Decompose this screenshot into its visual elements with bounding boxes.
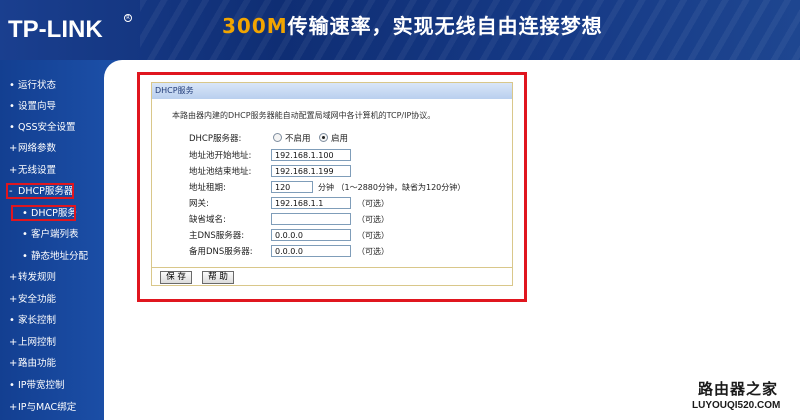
sidebar-item-access-control[interactable]: + 上网控制 — [0, 333, 104, 353]
end-address-label: 地址池结束地址: — [189, 167, 252, 177]
sidebar-item-ip-mac-binding[interactable]: + IP与MAC绑定 — [0, 398, 104, 418]
sidebar-item-parental[interactable]: • 家长控制 — [0, 311, 104, 331]
bullet-icon: • — [9, 80, 15, 91]
end-address-input[interactable] — [271, 165, 351, 177]
sidebar-item-network[interactable]: + 网络参数 — [0, 139, 104, 159]
lease-time-input[interactable] — [271, 181, 313, 193]
highlight-dhcp-service — [11, 205, 76, 221]
sidebar-item-wizard[interactable]: • 设置向导 — [0, 97, 104, 117]
sidebar-menu: • 运行状态 • 设置向导 • QSS安全设置 + 网络参数 + 无线设置 - DHCP服务… — [0, 60, 104, 420]
watermark-url: LUYOUQI520.COM — [692, 400, 781, 411]
header-slogan: 300M传输速率，实现无线自由连接梦想 — [222, 10, 603, 39]
sidebar-item-static-address[interactable]: • 静态地址分配 — [0, 247, 104, 267]
sidebar-item-routing[interactable]: + 路由功能 — [0, 354, 104, 374]
secondary-dns-optional-note: （可选） — [357, 247, 389, 256]
dhcp-enable-radio[interactable] — [319, 133, 328, 142]
default-domain-label: 缺省域名: — [189, 215, 226, 225]
lease-time-note: 分钟 （1～2880分钟，缺省为120分钟） — [318, 183, 466, 192]
dhcp-server-label: DHCP服务器: — [189, 134, 242, 144]
save-button[interactable]: 保 存 — [160, 271, 192, 284]
help-button[interactable]: 帮 助 — [202, 271, 234, 284]
form-title: DHCP服务 — [152, 83, 512, 99]
default-domain-input[interactable] — [271, 213, 351, 225]
registered-mark-icon: R — [124, 14, 132, 22]
bullet-icon: • — [22, 251, 28, 262]
plus-icon: + — [9, 143, 18, 154]
plus-icon: + — [9, 165, 18, 176]
primary-dns-optional-note: （可选） — [357, 231, 389, 240]
bullet-icon: • — [9, 101, 15, 112]
header-banner: TP-LINK R 300M传输速率，实现无线自由连接梦想 — [0, 0, 800, 60]
bullet-icon: • — [9, 315, 15, 326]
bullet-icon: • — [22, 229, 28, 240]
plus-icon: + — [9, 402, 18, 413]
tp-link-logo: TP-LINK — [8, 16, 103, 43]
sidebar-item-security[interactable]: + 安全功能 — [0, 290, 104, 310]
sidebar-item-qss[interactable]: • QSS安全设置 — [0, 118, 104, 138]
gateway-input[interactable] — [271, 197, 351, 209]
lease-time-label: 地址租期: — [189, 183, 226, 193]
plus-icon: + — [9, 358, 18, 369]
sidebar-item-bandwidth[interactable]: • IP带宽控制 — [0, 376, 104, 396]
start-address-label: 地址池开始地址: — [189, 151, 252, 161]
primary-dns-label: 主DNS服务器: — [189, 231, 245, 241]
dhcp-enable-label: 启用 — [331, 134, 349, 144]
watermark-logo-text: 路由器之家 — [698, 380, 779, 398]
plus-icon: + — [9, 337, 18, 348]
sidebar-item-client-list[interactable]: • 客户端列表 — [0, 225, 104, 245]
secondary-dns-label: 备用DNS服务器: — [189, 247, 253, 257]
sidebar-item-status[interactable]: • 运行状态 — [0, 76, 104, 96]
bullet-icon: • — [9, 380, 15, 391]
gateway-label: 网关: — [189, 199, 209, 209]
plus-icon: + — [9, 272, 18, 283]
dhcp-settings-form: DHCP服务 本路由器内建的DHCP服务器能自动配置局域网中各计算机的TCP/I… — [151, 82, 513, 286]
sidebar-item-forwarding[interactable]: + 转发规则 — [0, 268, 104, 288]
highlight-dhcp-server — [6, 183, 74, 199]
slogan-accent: 300M — [222, 14, 288, 38]
start-address-input[interactable] — [271, 149, 351, 161]
primary-dns-input[interactable] — [271, 229, 351, 241]
secondary-dns-input[interactable] — [271, 245, 351, 257]
bullet-icon: • — [9, 122, 15, 133]
form-button-bar: 保 存 帮 助 — [152, 267, 512, 285]
slogan-text: 传输速率，实现无线自由连接梦想 — [287, 14, 603, 38]
dhcp-disable-radio[interactable] — [273, 133, 282, 142]
plus-icon: + — [9, 294, 18, 305]
domain-optional-note: （可选） — [357, 215, 389, 224]
gateway-optional-note: （可选） — [357, 199, 389, 208]
sidebar-item-wireless[interactable]: + 无线设置 — [0, 161, 104, 181]
form-description: 本路由器内建的DHCP服务器能自动配置局域网中各计算机的TCP/IP协议。 — [172, 111, 436, 120]
dhcp-disable-label: 不启用 — [285, 134, 311, 144]
